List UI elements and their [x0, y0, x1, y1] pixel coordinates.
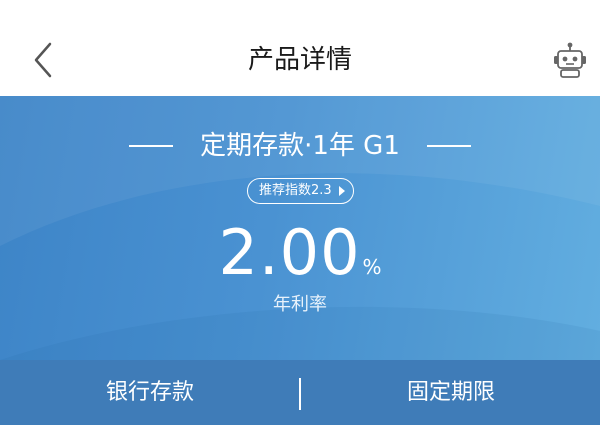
rate-unit: %: [362, 255, 382, 279]
title-divider-left: [129, 145, 173, 147]
tag-fixed-term: 固定期限: [406, 380, 495, 405]
interest-rate: 2.00%: [0, 220, 600, 286]
title-divider-right: [427, 145, 471, 147]
recommend-index-button[interactable]: 推荐指数2.3: [247, 178, 354, 204]
robot-icon[interactable]: [552, 41, 588, 79]
product-hero-banner: 定期存款·1年 G1 推荐指数2.3 2.00% 年利率: [0, 96, 600, 360]
product-tag-bar: 银行存款 固定期限: [0, 360, 600, 425]
product-name: 定期存款·1年 G1: [200, 131, 400, 161]
rate-caption: 年利率: [273, 294, 327, 315]
top-navbar: 产品详情: [0, 0, 600, 96]
product-title-row: 定期存款·1年 G1: [0, 129, 600, 163]
play-arrow-icon: [339, 186, 345, 196]
recommend-index-label: 推荐指数2.3: [259, 183, 332, 198]
page-title: 产品详情: [247, 45, 352, 75]
tag-divider: [299, 378, 301, 410]
chevron-left-icon[interactable]: [26, 40, 66, 80]
rate-value: 2.00: [218, 216, 361, 289]
tag-bank-deposit: 银行存款: [105, 380, 194, 405]
